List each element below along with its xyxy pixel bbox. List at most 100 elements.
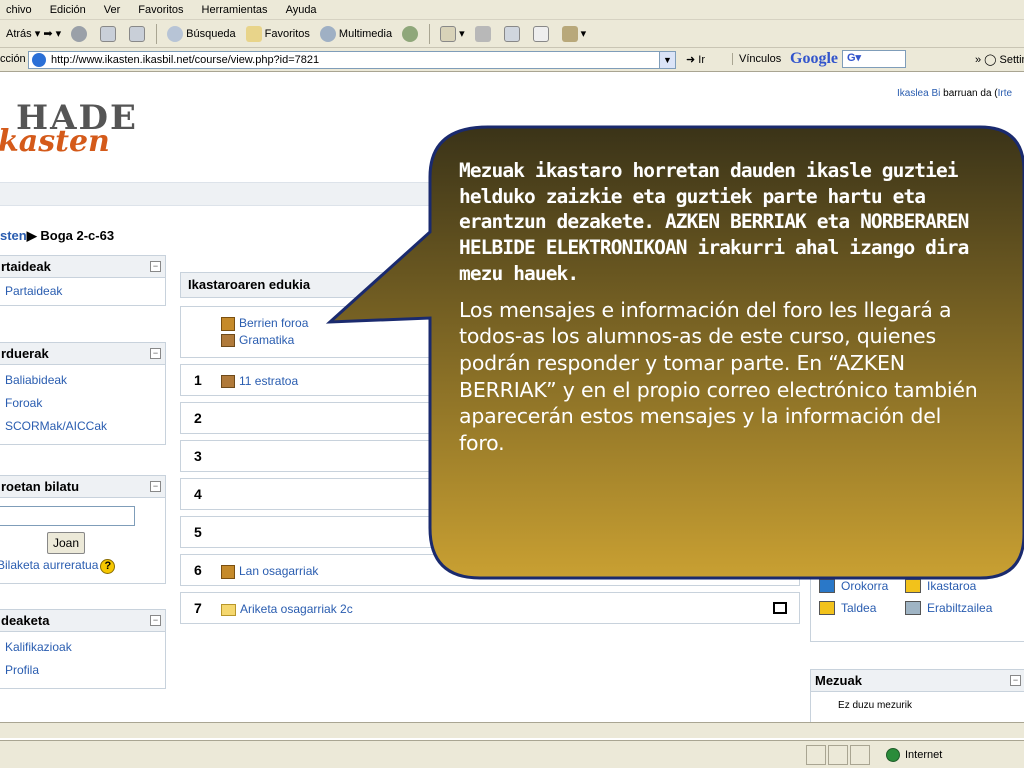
status-cell — [828, 745, 848, 765]
search-go-button[interactable]: Joan — [47, 532, 85, 554]
history-button[interactable] — [402, 25, 421, 42]
menu-tools[interactable]: Herramientas — [202, 4, 268, 16]
document-icon — [532, 25, 549, 42]
section-number: 1 — [194, 372, 202, 388]
go-button[interactable]: ➜ Ir — [686, 53, 705, 66]
google-logo: Google — [790, 50, 838, 67]
url-input[interactable]: http://www.ikasten.ikasbil.net/course/vi… — [28, 51, 676, 69]
globe-icon — [886, 748, 900, 762]
forum-icon — [221, 564, 235, 579]
site-logo[interactable]: HADE kasten — [0, 98, 142, 159]
event-global-link[interactable]: Orokorra — [819, 579, 905, 593]
advanced-search-label: Bilaketa aurreratua — [0, 558, 99, 572]
section-activity-link[interactable]: Ariketa osagarriak 2c — [221, 601, 353, 618]
forum-search-input[interactable] — [0, 506, 135, 526]
status-cell — [850, 745, 870, 765]
advanced-search-link[interactable]: Bilaketa aurreratua? — [0, 554, 165, 577]
participants-block-title: rtaideak — [1, 259, 51, 274]
forum-icon — [221, 316, 235, 331]
scorm-link[interactable]: SCORMak/AICCak — [5, 415, 165, 438]
grammar-label: Gramatika — [239, 333, 295, 347]
resource-icon — [221, 375, 235, 388]
section-activity-link[interactable]: Lan osagarriak — [221, 563, 318, 580]
events-key-grid: Orokorra Ikastaroa Taldea Erabiltzailea — [811, 571, 1024, 623]
favorites-button[interactable]: Favoritos — [245, 25, 310, 42]
breadcrumb-home-link[interactable]: sten — [0, 228, 27, 243]
administration-block-header: deaketa − — [0, 610, 165, 632]
messages-block-title: Mezuak — [815, 673, 862, 688]
collapse-button[interactable]: − — [150, 615, 161, 626]
profile-link[interactable]: Profila — [5, 659, 165, 682]
menu-edit[interactable]: Edición — [50, 4, 86, 16]
logout-link[interactable]: Irte — [998, 88, 1012, 99]
section-highlight-checkbox[interactable] — [773, 602, 787, 614]
folder-icon — [221, 603, 236, 616]
refresh-icon — [100, 25, 117, 42]
google-toolbar: Google G▾ — [790, 50, 906, 68]
collapse-button[interactable]: − — [1010, 675, 1021, 686]
participants-block-header: rtaideak − — [0, 256, 165, 278]
home-button[interactable] — [129, 25, 148, 42]
refresh-button[interactable] — [100, 25, 119, 42]
login-info: Ikaslea Bi barruan da (Irte — [897, 88, 1012, 99]
zone-label: Internet — [905, 749, 943, 761]
breadcrumb: sten▶ Boga 2-c-63 — [0, 228, 114, 244]
breadcrumb-current: Boga 2-c-63 — [40, 228, 115, 243]
section-number: 7 — [194, 600, 202, 616]
help-icon[interactable]: ? — [100, 559, 116, 574]
callout-text: Mezuak ikastaro horretan dauden ikasle g… — [459, 158, 989, 457]
resources-link[interactable]: Baliabideak — [5, 369, 165, 392]
back-button[interactable]: Atrás ▾ ➡ ▾ — [6, 27, 61, 41]
status-cell — [806, 745, 826, 765]
home-icon — [129, 25, 146, 42]
links-button[interactable]: Vínculos — [732, 53, 781, 65]
section-number: 4 — [194, 486, 202, 502]
edit-button[interactable] — [503, 25, 523, 42]
user-link[interactable]: Ikaslea Bi — [897, 88, 940, 99]
toolbar-separator — [156, 23, 158, 44]
discuss-button[interactable] — [532, 25, 552, 42]
resources-block-header: rduerak − — [0, 343, 165, 365]
media-icon — [319, 25, 336, 42]
collapse-button[interactable]: − — [150, 261, 161, 272]
participants-link[interactable]: Partaideak — [5, 280, 165, 303]
collapse-button[interactable]: − — [150, 348, 161, 359]
eye-icon — [819, 601, 835, 615]
menu-file[interactable]: chivo — [6, 4, 32, 16]
messenger-button[interactable]: ▾ — [561, 25, 586, 42]
menu-help[interactable]: Ayuda — [286, 4, 317, 16]
back-label: Atrás — [6, 27, 32, 40]
eye-icon — [905, 579, 921, 593]
events-key-spacer — [811, 539, 1024, 571]
forum-search-block-header: roetan bilatu − — [0, 476, 165, 498]
url-dropdown-button[interactable]: ▼ — [659, 52, 675, 68]
url-text: http://www.ikasten.ikasbil.net/course/vi… — [51, 54, 320, 66]
search-button[interactable]: Búsqueda — [167, 25, 236, 42]
horizontal-scrollbar[interactable] — [0, 722, 1024, 738]
section-number: 3 — [194, 448, 202, 464]
course-section: 6 Lan osagarriak — [180, 554, 800, 586]
settings-button[interactable]: » ◯ Settin — [975, 53, 1024, 66]
toolbar-separator — [429, 23, 431, 44]
event-group-link[interactable]: Taldea — [819, 601, 905, 615]
menu-view[interactable]: Ver — [104, 4, 121, 16]
administration-block: deaketa − Kalifikazioak Profila — [0, 609, 166, 689]
grades-link[interactable]: Kalifikazioak — [5, 636, 165, 659]
collapse-button[interactable]: − — [150, 481, 161, 492]
print-button[interactable] — [474, 25, 494, 42]
forums-link[interactable]: Foroak — [5, 392, 165, 415]
resource-icon — [221, 334, 235, 347]
mail-icon — [440, 25, 457, 42]
menu-favorites[interactable]: Favoritos — [138, 4, 183, 16]
administration-block-title: deaketa — [1, 613, 50, 628]
course-section: 5 — [180, 516, 800, 548]
mail-button[interactable]: ▾ — [440, 25, 465, 42]
event-user-link[interactable]: Erabiltzailea — [905, 601, 1024, 615]
media-button[interactable]: Multimedia — [319, 25, 393, 42]
search-label: Búsqueda — [186, 27, 236, 40]
media-label: Multimedia — [338, 27, 393, 40]
event-course-link[interactable]: Ikastaroa — [905, 579, 1024, 593]
google-search-box[interactable]: G▾ — [842, 50, 906, 68]
stop-button[interactable] — [71, 25, 90, 42]
section-activity-link[interactable]: 11 estratoa — [221, 373, 298, 390]
